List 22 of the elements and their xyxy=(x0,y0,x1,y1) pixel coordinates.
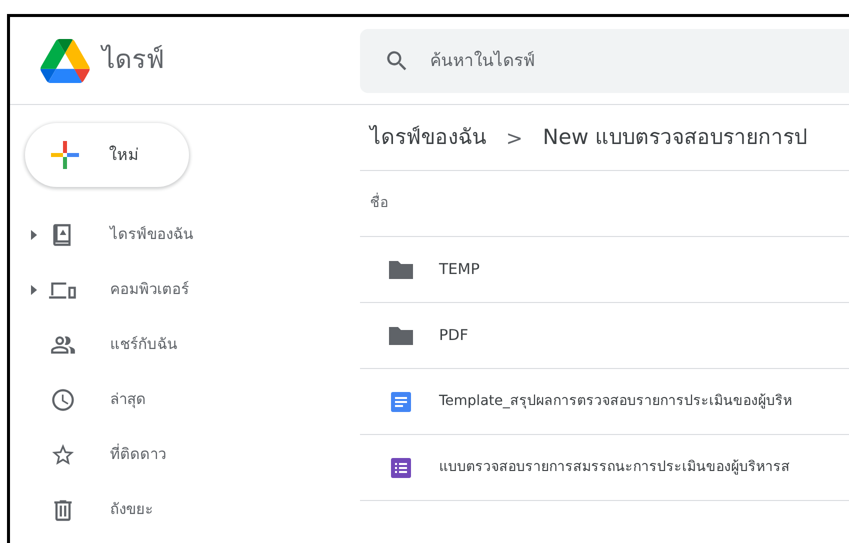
clock-icon xyxy=(50,386,76,412)
star-icon xyxy=(50,442,76,468)
sidebar-item[interactable]: ล่าสุด xyxy=(10,372,360,427)
breadcrumb-item[interactable]: ไดรฟ์ของฉัน xyxy=(370,122,486,154)
breadcrumb-separator: > xyxy=(506,124,523,152)
sidebar-item[interactable]: คอมพิวเตอร์ xyxy=(10,262,360,317)
sidebar-item[interactable]: ถังขยะ xyxy=(10,482,360,537)
document-icon xyxy=(389,390,413,414)
file-row[interactable]: PDF xyxy=(360,303,849,369)
sidebar-item[interactable]: ที่ติดดาว xyxy=(10,427,360,482)
new-button[interactable]: ใหม่ xyxy=(25,123,189,187)
file-row[interactable]: แบบตรวจสอบรายการสมรรถนะการประเมินของผู้บริหารส xyxy=(360,435,849,501)
app-title: ไดรฟ์ xyxy=(102,44,164,77)
search-field[interactable]: ค้นหาในไดรฟ์ xyxy=(360,28,849,92)
file-row[interactable]: TEMP xyxy=(360,237,849,303)
list-form-icon xyxy=(389,456,413,480)
column-header[interactable]: ชื่อ xyxy=(370,193,388,214)
sidebar-item[interactable]: แชร์กับฉัน xyxy=(10,317,360,372)
breadcrumb-item[interactable]: New แบบตรวจสอบรายการป xyxy=(542,122,808,154)
file-row[interactable]: Template_สรุปผลการตรวจสอบรายการประเมินของผู้บริห xyxy=(360,369,849,435)
drive-logo-icon xyxy=(40,38,90,82)
sidebar-item[interactable]: ไดรฟ์ของฉัน xyxy=(10,207,360,262)
